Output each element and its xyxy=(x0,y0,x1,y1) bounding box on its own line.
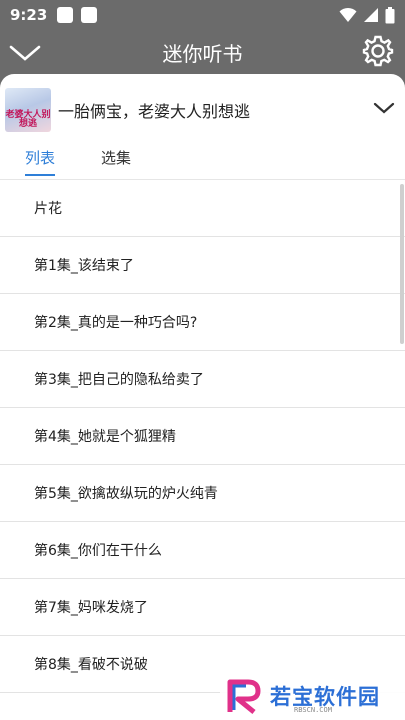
list-item[interactable]: 第2集_真的是一种巧合吗? xyxy=(0,294,405,351)
watermark-logo xyxy=(227,679,261,714)
playlist-sheet: 老婆大人别想逃 一胎俩宝，老婆大人别想逃 列表 选集 片花 第1集_该结束了 第… xyxy=(0,74,405,720)
status-bar: 9:23 xyxy=(0,0,405,30)
status-time: 9:23 xyxy=(10,6,48,24)
book-header: 老婆大人别想逃 一胎俩宝，老婆大人别想逃 xyxy=(0,74,405,136)
list-item[interactable]: 第4集_她就是个狐狸精 xyxy=(0,408,405,465)
title-bar: 迷你听书 xyxy=(0,30,405,74)
notification-icon xyxy=(57,7,74,23)
wifi-icon xyxy=(339,7,357,22)
list-item[interactable]: 第6集_你们在干什么 xyxy=(0,522,405,579)
list-item[interactable]: 第7集_妈咪发烧了 xyxy=(0,579,405,636)
collapse-chevron-icon[interactable] xyxy=(8,38,42,66)
watermark-subtext: RBSCN.COM xyxy=(294,706,332,714)
cover-title: 老婆大人别想逃 xyxy=(5,110,51,129)
book-title: 一胎俩宝，老婆大人别想逃 xyxy=(58,102,251,121)
chevron-down-icon[interactable] xyxy=(373,100,395,116)
tab-list[interactable]: 列表 xyxy=(25,144,55,172)
list-item[interactable]: 片花 xyxy=(0,180,405,237)
list-item[interactable]: 第1集_该结束了 xyxy=(0,237,405,294)
battery-icon xyxy=(385,6,395,23)
book-cover: 老婆大人别想逃 xyxy=(5,88,51,132)
page-title: 迷你听书 xyxy=(162,41,243,66)
gear-icon[interactable] xyxy=(361,34,395,68)
list-item[interactable]: 第5集_欲擒故纵玩的炉火纯青 xyxy=(0,465,405,522)
signal-icon xyxy=(364,8,378,22)
list-item[interactable]: 第3集_把自己的隐私给卖了 xyxy=(0,351,405,408)
notification-icon xyxy=(81,7,98,23)
tab-episodes[interactable]: 选集 xyxy=(101,144,131,172)
episode-list: 片花 第1集_该结束了 第2集_真的是一种巧合吗? 第3集_把自己的隐私给卖了 … xyxy=(0,180,405,720)
scrollbar[interactable] xyxy=(400,184,404,344)
watermark: 若宝软件园 RBSCN.COM xyxy=(220,672,405,720)
tab-bar: 列表 选集 xyxy=(0,136,405,180)
tab-indicator xyxy=(25,174,55,176)
